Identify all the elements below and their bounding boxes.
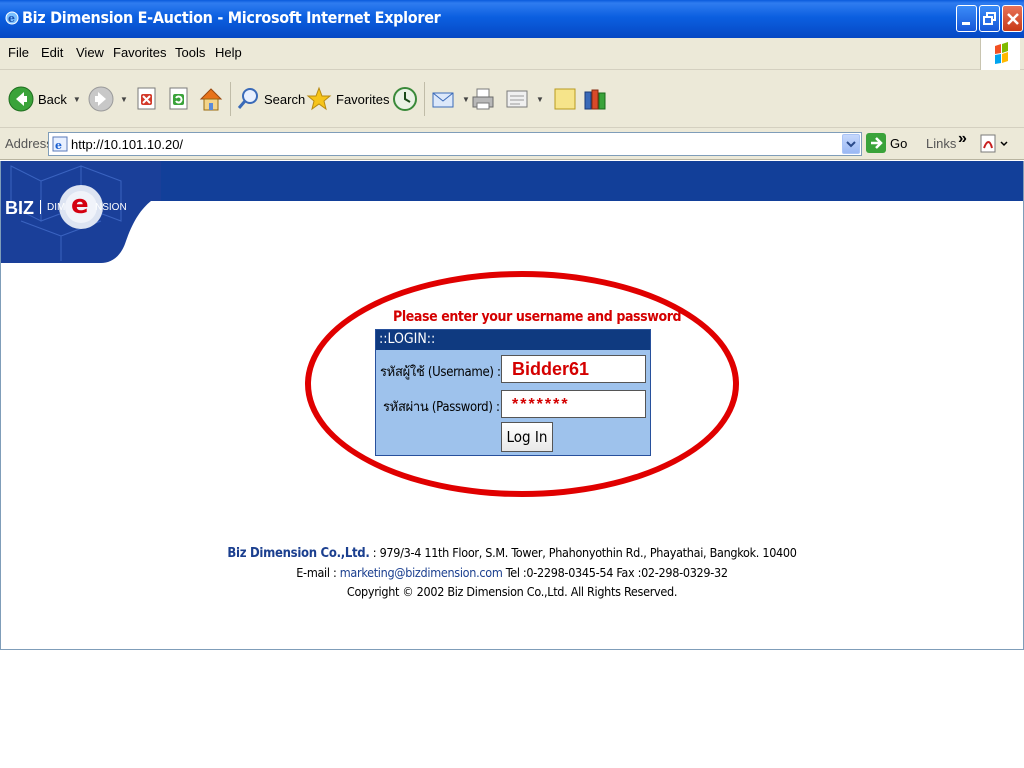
search-button[interactable]: Search [236,82,305,116]
chevron-down-icon: ▼ [536,94,544,104]
minimize-button[interactable] [956,5,977,32]
logo-nsion-text: NSION [95,202,127,213]
close-button[interactable] [1002,5,1023,32]
ie-icon: e [5,11,19,25]
chevron-down-icon: ▼ [120,94,128,104]
footer-copyright: Copyright © 2002 Biz Dimension Co.,Ltd. … [346,584,678,599]
favorites-button[interactable]: Favorites [306,82,389,116]
go-arrow-icon [866,133,886,153]
research-button[interactable] [582,82,608,116]
note-icon [554,88,576,110]
mail-icon [432,92,454,108]
refresh-icon [169,87,188,110]
acrobat-icon [980,134,1008,153]
password-input[interactable]: ******* [501,390,646,418]
menu-edit[interactable]: Edit [41,45,63,60]
home-icon [199,88,223,111]
links-extra-button[interactable] [980,134,1010,159]
links-label[interactable]: Links [926,136,956,151]
logo-dim-text: DIM [47,202,66,213]
address-dropdown[interactable] [842,134,860,154]
menu-help[interactable]: Help [215,45,242,60]
restore-button[interactable] [979,5,1000,32]
address-url: http://10.101.10.20/ [71,137,184,152]
svg-text:e: e [8,12,15,25]
footer-email-link[interactable]: marketing@bizdimension.com [340,565,503,580]
footer-contact: Tel :0-2298-0345-54 Fax :02-298-0329-32 [502,565,728,580]
windows-flag-icon [995,42,1008,64]
back-button[interactable]: Back ▼ [8,82,81,116]
restore-icon [983,12,996,25]
history-button[interactable] [392,82,418,116]
menu-file[interactable]: File [8,45,29,60]
login-panel: ::LOGIN:: รหัสผู้ใช้ (Username) : Bidder… [375,329,651,456]
search-icon [237,88,258,109]
minimize-icon [962,22,970,25]
stop-icon [137,87,156,110]
password-label: รหัสผ่าน (Password) : [383,400,500,415]
address-label: Address [5,136,53,151]
history-icon [393,87,417,111]
books-icon [584,89,606,110]
page-icon: e [52,136,68,152]
discuss-button[interactable] [552,82,578,116]
edit-button[interactable]: ▼ [504,82,544,116]
chevron-down-icon: ▼ [462,94,470,104]
stop-button[interactable] [136,82,158,116]
login-button[interactable]: Log In [501,422,553,452]
edit-page-icon [506,90,528,108]
home-button[interactable] [198,82,224,116]
menu-favorites[interactable]: Favorites [113,45,166,60]
windows-logo [980,38,1020,70]
title-bar: e Biz Dimension E-Auction - Microsoft In… [0,0,1024,38]
double-chevron-icon[interactable]: » [958,130,967,148]
footer-address: : 979/3-4 11th Floor, S.M. Tower, Phahon… [369,545,797,560]
login-prompt: Please enter your username and password [393,309,682,325]
logo-e-text: e [71,190,89,220]
star-icon [306,86,332,111]
svg-text:e: e [55,139,62,152]
footer: Biz Dimension Co.,Ltd. : 979/3-4 11th Fl… [1,543,1023,601]
printer-icon [472,88,494,110]
toolbar: Back ▼ ▼ Search Favorites ▼ ▼ [0,70,1024,128]
print-button[interactable] [470,82,496,116]
go-button[interactable]: Go [866,133,907,153]
footer-email-prefix: E-mail : [296,565,340,580]
logo-biz-text: BIZ [5,198,34,218]
back-arrow-icon [8,86,34,112]
window-title: Biz Dimension E-Auction - Microsoft Inte… [22,8,441,27]
page-content: BIZ DIM e NSION Please enter your userna… [0,161,1024,650]
address-bar: Address e http://10.101.10.20/ Go Links … [0,128,1024,160]
menu-view[interactable]: View [76,45,104,60]
login-header: ::LOGIN:: [376,330,650,350]
close-icon [1007,13,1019,25]
footer-contact-line: E-mail : marketing@bizdimension.com Tel … [1,563,1023,582]
refresh-button[interactable] [168,82,190,116]
menu-bar: File Edit View Favorites Tools Help [0,38,1024,70]
chevron-down-icon: ▼ [72,94,81,104]
username-input[interactable]: Bidder61 [501,355,646,383]
address-input[interactable]: e http://10.101.10.20/ [48,132,862,156]
menu-tools[interactable]: Tools [175,45,205,60]
mail-button[interactable]: ▼ [430,82,470,116]
chevron-down-icon [846,141,856,148]
username-label: รหัสผู้ใช้ (Username) : [380,365,501,380]
footer-address-line: Biz Dimension Co.,Ltd. : 979/3-4 11th Fl… [1,543,1023,563]
forward-arrow-icon [88,86,114,112]
biz-dimension-logo: BIZ DIM e NSION [1,161,161,263]
logo-separator [40,200,41,214]
footer-company: Biz Dimension Co.,Ltd. [227,546,370,561]
forward-button[interactable]: ▼ [88,82,128,116]
